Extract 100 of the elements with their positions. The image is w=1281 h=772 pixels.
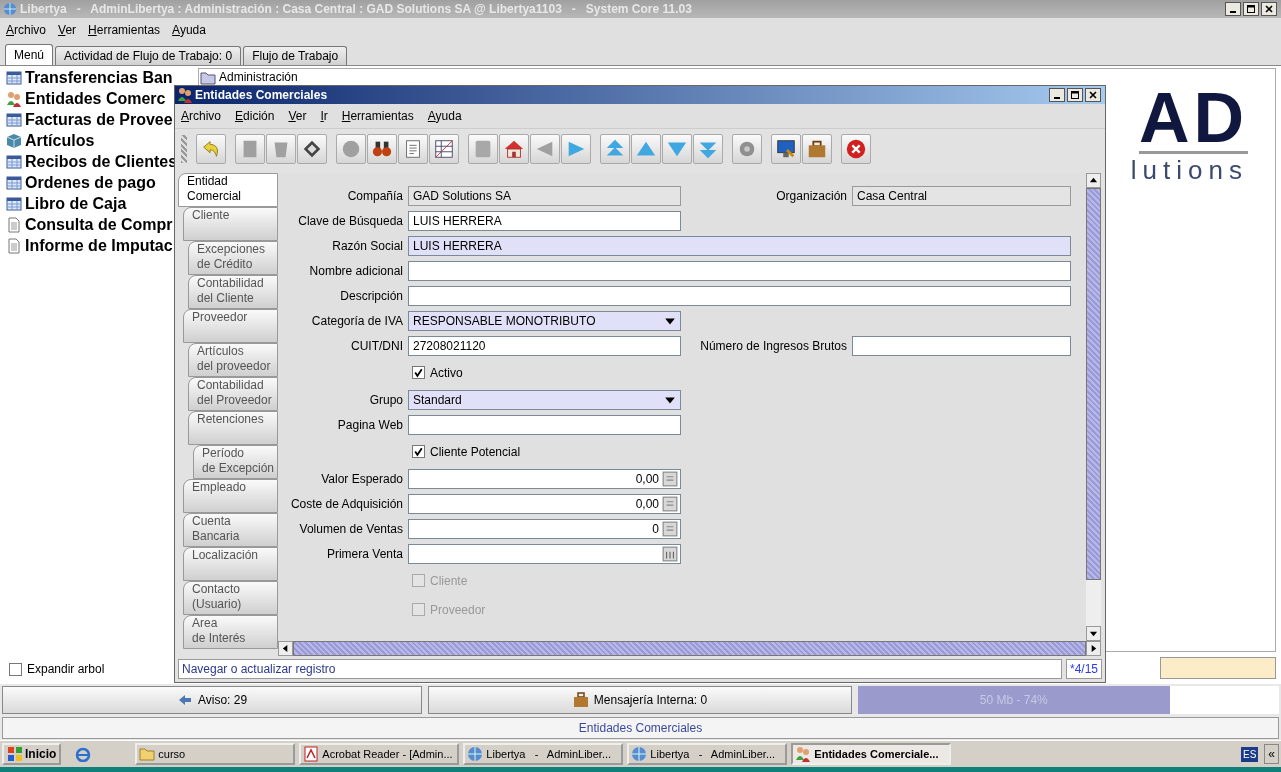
input-field[interactable]	[408, 543, 681, 564]
record-tab[interactable]: Período de Excepción	[193, 445, 278, 479]
globe-icon	[467, 746, 484, 762]
menu-item[interactable]: Ver	[288, 109, 307, 123]
maximize-icon	[1070, 90, 1080, 100]
checkbox[interactable]	[9, 662, 22, 676]
input-field[interactable]: 27208021120	[408, 335, 681, 356]
tree-item[interactable]: Consulta de Compr	[0, 214, 173, 235]
record-tab[interactable]: Artículos del proveedor	[188, 343, 278, 377]
menu-item[interactable]: Edición	[235, 109, 275, 123]
record-tab[interactable]: Retenciones	[188, 411, 278, 445]
input-field[interactable]: LUIS HERRERA	[408, 235, 1071, 256]
input-field[interactable]: GAD Solutions SA	[408, 185, 681, 206]
close-button[interactable]	[1261, 2, 1277, 16]
record-counter: *4/15	[1065, 659, 1102, 679]
toolbar-button[interactable]	[367, 134, 397, 164]
minimize-button[interactable]	[1049, 88, 1065, 102]
tree-item[interactable]: Libro de Caja	[0, 193, 127, 214]
checkbox-label: Activo	[430, 365, 463, 380]
house-icon	[503, 138, 525, 160]
tree-item[interactable]: Transferencias Ban	[0, 67, 173, 88]
tab[interactable]: Flujo de Trabajo	[243, 46, 348, 65]
record-tab[interactable]: Contacto (Usuario)	[183, 581, 278, 615]
record-tab[interactable]: Contabilidad del Cliente	[188, 275, 278, 309]
tree-item[interactable]: Recibos de Clientes	[0, 151, 178, 172]
input-field[interactable]: 0,00	[408, 493, 681, 514]
tree-item[interactable]: Artículos	[0, 130, 95, 151]
window-icon	[6, 153, 22, 170]
toolbar-button[interactable]	[297, 134, 327, 164]
input-field[interactable]	[408, 285, 1071, 306]
calculator-icon[interactable]	[662, 495, 678, 512]
toolbar-button[interactable]	[771, 134, 801, 164]
input-field[interactable]: Standard	[408, 389, 681, 410]
language-indicator[interactable]: ES	[1240, 746, 1259, 762]
taskbar-item[interactable]: Entidades Comerciale...	[791, 743, 952, 765]
record-tab[interactable]: Localización	[183, 547, 278, 581]
taskbar-item[interactable]: Libertya - AdminLiber...	[463, 743, 624, 765]
browser-icon[interactable]	[75, 746, 92, 762]
menu-item[interactable]: Herramientas	[88, 23, 161, 37]
maximize-button[interactable]	[1067, 88, 1083, 102]
input-field[interactable]: 0	[408, 518, 681, 539]
toolbar-button[interactable]	[841, 134, 871, 164]
field-label: Razón Social	[331, 238, 404, 253]
calculator-icon[interactable]	[662, 470, 678, 487]
taskbar-item[interactable]: Libertya - AdminLiber...	[627, 743, 788, 765]
record-tab[interactable]: Entidad Comercial	[178, 173, 278, 207]
checkbox[interactable]	[412, 366, 425, 379]
tree-item[interactable]: Informe de Imputac	[0, 235, 173, 256]
record-tab[interactable]: Cuenta Bancaria	[183, 513, 278, 547]
menu-item[interactable]: Archivo	[6, 23, 47, 37]
cube-icon	[6, 132, 22, 149]
input-field[interactable]: Casa Central	[852, 185, 1071, 206]
taskbar-item[interactable]: Acrobat Reader - [Admin...	[299, 743, 460, 765]
input-field[interactable]: 0,00	[408, 468, 681, 489]
input-field[interactable]	[408, 260, 1071, 281]
record-tab[interactable]: Cliente	[183, 207, 278, 241]
menu-item[interactable]: Ayuda	[427, 109, 462, 123]
menu-item[interactable]: Ayuda	[172, 23, 206, 37]
checkbox-label: Cliente	[430, 573, 468, 588]
record-tab[interactable]: Excepciones de Crédito	[188, 241, 278, 275]
start-button[interactable]: Inicio	[2, 743, 62, 765]
horizontal-scrollbar[interactable]	[278, 641, 1101, 656]
menu-item[interactable]: Ver	[58, 23, 77, 37]
input-field[interactable]: LUIS HERRERA	[408, 210, 681, 231]
maximize-icon	[1246, 4, 1256, 14]
calculator-icon[interactable]	[662, 520, 678, 537]
menu-item[interactable]: Ir	[320, 109, 328, 123]
toolbar-button[interactable]	[499, 134, 529, 164]
close-button[interactable]	[1085, 88, 1101, 102]
grid-icon	[433, 138, 455, 160]
calendar-icon[interactable]	[662, 545, 678, 562]
menu-item[interactable]: Archivo	[181, 109, 222, 123]
input-field[interactable]	[852, 335, 1071, 356]
minimize-button[interactable]	[1225, 2, 1241, 16]
globe-icon	[631, 746, 648, 762]
document-icon	[6, 237, 22, 254]
document-icon	[303, 746, 320, 762]
record-tab[interactable]: Contabilidad del Proveedor	[188, 377, 278, 411]
tab[interactable]: Menú	[5, 44, 54, 65]
tab[interactable]: Actividad de Flujo de Trabajo: 0	[55, 46, 242, 65]
record-tab[interactable]: Area de Interés	[183, 615, 278, 649]
checkbox[interactable]	[412, 445, 425, 458]
taskbar-item[interactable]: curso	[135, 743, 296, 765]
tree-item[interactable]: Entidades Comerc	[0, 88, 166, 109]
vertical-scrollbar[interactable]	[1086, 173, 1101, 641]
input-field[interactable]: RESPONSABLE MONOTRIBUTO	[408, 310, 681, 331]
record-tab[interactable]: Proveedor	[183, 309, 278, 343]
tree-node[interactable]: Administración	[199, 69, 298, 88]
up-arrow-icon	[1089, 176, 1098, 185]
record-tab[interactable]: Empleado	[183, 479, 278, 513]
messages-button[interactable]: Mensajería Interna: 0	[428, 686, 852, 714]
close-icon	[1264, 4, 1274, 14]
collapse-button[interactable]: «	[1264, 744, 1279, 764]
tree-item[interactable]: Ordenes de pago	[0, 172, 156, 193]
maximize-button[interactable]	[1243, 2, 1259, 16]
notice-button[interactable]: Aviso: 29	[2, 686, 422, 714]
tree-item[interactable]: Facturas de Provee	[0, 109, 173, 130]
menu-item[interactable]: Herramientas	[341, 109, 414, 123]
input-field[interactable]	[408, 414, 681, 435]
toolbar-grip[interactable]	[181, 135, 187, 163]
